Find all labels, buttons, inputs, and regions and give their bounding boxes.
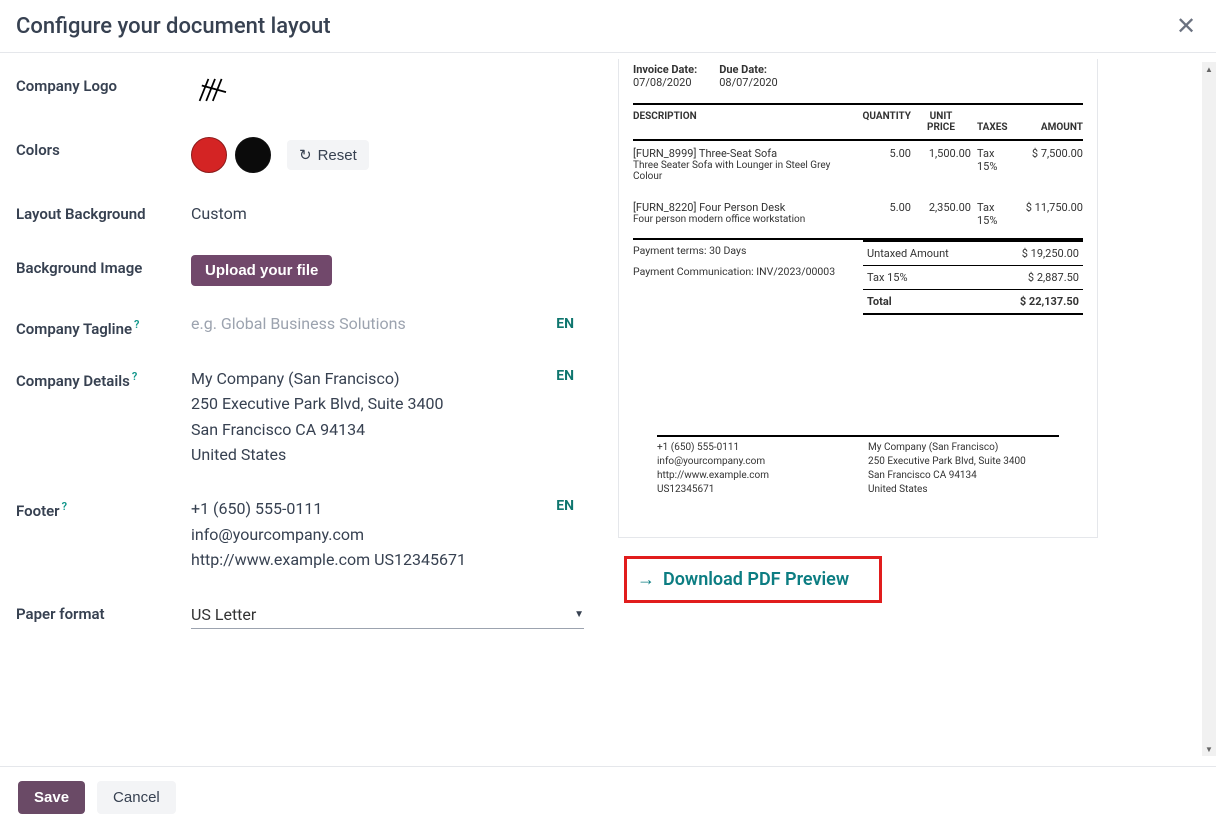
line-tax: Tax 15% bbox=[971, 201, 1011, 227]
language-badge[interactable]: EN bbox=[556, 368, 574, 384]
scrollbar[interactable] bbox=[1202, 62, 1216, 756]
preview-footer-col1: +1 (650) 555-0111 info@yourcompany.com h… bbox=[657, 441, 848, 497]
label-company-details: Company Details? bbox=[16, 366, 191, 390]
reset-icon: ↻ bbox=[299, 146, 312, 164]
paper-format-select[interactable]: US Letter ▼ bbox=[191, 601, 584, 629]
save-button[interactable]: Save bbox=[18, 781, 85, 814]
primary-color-swatch[interactable] bbox=[191, 137, 227, 173]
line-desc: Three Seater Sofa with Lounger in Steel … bbox=[633, 160, 853, 182]
download-pdf-preview-label: Download PDF Preview bbox=[663, 569, 849, 590]
company-details-input[interactable]: My Company (San Francisco) 250 Executive… bbox=[191, 366, 584, 468]
col-header-quantity: QUANTITY bbox=[853, 111, 911, 133]
tax-label: Tax 15% bbox=[867, 271, 908, 284]
tax-value: $ 2,887.50 bbox=[1028, 271, 1079, 284]
total-label: Total bbox=[867, 295, 892, 308]
payment-communication: Payment Communication: INV/2023/00003 bbox=[633, 257, 843, 278]
help-icon[interactable]: ? bbox=[132, 370, 137, 383]
line-name: [FURN_8220] Four Person Desk bbox=[633, 201, 853, 214]
col-header-taxes: TAXES bbox=[971, 122, 1011, 133]
payment-terms: Payment terms: 30 Days bbox=[633, 240, 843, 257]
untaxed-label: Untaxed Amount bbox=[867, 247, 949, 260]
footer-input[interactable]: +1 (650) 555-0111 info@yourcompany.com h… bbox=[191, 496, 584, 573]
label-layout-background: Layout Background bbox=[16, 201, 191, 223]
invoice-date-value: 07/08/2020 bbox=[633, 76, 697, 89]
label-company-logo: Company Logo bbox=[16, 73, 191, 95]
due-date-value: 08/07/2020 bbox=[719, 76, 778, 89]
chevron-down-icon: ▼ bbox=[574, 609, 584, 620]
line-amount: $ 7,500.00 bbox=[1011, 147, 1083, 182]
scroll-up-icon[interactable]: ▲ bbox=[1202, 62, 1216, 76]
scroll-down-icon[interactable]: ▼ bbox=[1202, 742, 1216, 756]
label-colors: Colors bbox=[16, 137, 191, 159]
tagline-input[interactable]: e.g. Global Business Solutions bbox=[191, 314, 406, 333]
line-amount: $ 11,750.00 bbox=[1011, 201, 1083, 227]
col-header-unit-price: UNIT PRICE bbox=[911, 111, 971, 133]
preview-footer-col2: My Company (San Francisco) 250 Executive… bbox=[868, 441, 1059, 497]
layout-background-value[interactable]: Custom bbox=[191, 201, 584, 227]
line-price: 1,500.00 bbox=[911, 147, 971, 182]
invoice-line: [FURN_8220] Four Person Desk Four person… bbox=[633, 189, 1083, 234]
modal-body: Company Logo Colors ↻ Reset bbox=[0, 53, 1216, 745]
col-header-amount: AMOUNT bbox=[1011, 122, 1083, 133]
untaxed-value: $ 19,250.00 bbox=[1022, 247, 1079, 260]
invoice-preview: Invoice Date: 07/08/2020 Due Date: 08/07… bbox=[618, 59, 1098, 538]
modal-footer: Save Cancel bbox=[0, 766, 1216, 828]
paper-format-value: US Letter bbox=[191, 605, 256, 624]
label-background-image: Background Image bbox=[16, 255, 191, 277]
invoice-date-label: Invoice Date: bbox=[633, 63, 697, 76]
language-badge[interactable]: EN bbox=[556, 498, 574, 514]
close-icon[interactable]: ✕ bbox=[1172, 12, 1200, 40]
modal-title: Configure your document layout bbox=[16, 14, 331, 39]
preview-panel: Invoice Date: 07/08/2020 Due Date: 08/07… bbox=[600, 53, 1216, 745]
reset-label: Reset bbox=[318, 147, 357, 164]
label-footer: Footer? bbox=[16, 496, 191, 520]
reset-colors-button[interactable]: ↻ Reset bbox=[287, 140, 369, 170]
company-logo-thumbnail[interactable] bbox=[191, 73, 239, 109]
line-desc: Four person modern office workstation bbox=[633, 214, 853, 225]
line-name: [FURN_8999] Three-Seat Sofa bbox=[633, 147, 853, 160]
upload-file-button[interactable]: Upload your file bbox=[191, 255, 332, 286]
total-value: $ 22,137.50 bbox=[1020, 295, 1079, 308]
help-icon[interactable]: ? bbox=[62, 500, 67, 513]
col-header-description: DESCRIPTION bbox=[633, 111, 853, 133]
secondary-color-swatch[interactable] bbox=[235, 137, 271, 173]
due-date-label: Due Date: bbox=[719, 63, 778, 76]
line-price: 2,350.00 bbox=[911, 201, 971, 227]
label-company-tagline: Company Tagline? bbox=[16, 314, 191, 338]
line-tax: Tax 15% bbox=[971, 147, 1011, 182]
invoice-line: [FURN_8999] Three-Seat Sofa Three Seater… bbox=[633, 141, 1083, 189]
language-badge[interactable]: EN bbox=[556, 316, 574, 332]
form-panel: Company Logo Colors ↻ Reset bbox=[0, 53, 600, 745]
help-icon[interactable]: ? bbox=[134, 318, 139, 331]
arrow-right-icon: → bbox=[637, 569, 655, 590]
line-qty: 5.00 bbox=[853, 201, 911, 227]
download-pdf-preview-link[interactable]: → Download PDF Preview bbox=[624, 556, 882, 603]
modal-header: Configure your document layout ✕ bbox=[0, 0, 1216, 53]
line-qty: 5.00 bbox=[853, 147, 911, 182]
label-paper-format: Paper format bbox=[16, 601, 191, 623]
cancel-button[interactable]: Cancel bbox=[97, 781, 176, 814]
